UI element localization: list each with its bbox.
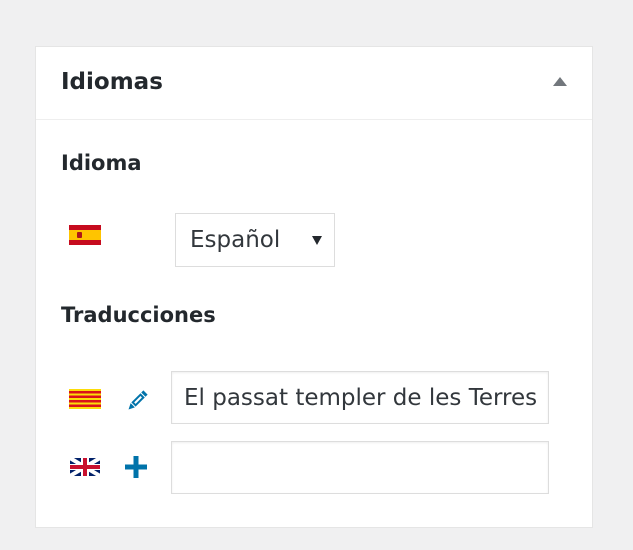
language-select[interactable]: Español bbox=[175, 213, 335, 267]
language-section-label: Idioma bbox=[61, 151, 142, 175]
translations-section-label: Traducciones bbox=[61, 303, 216, 327]
languages-metabox: Idiomas Idioma Español Traducciones bbox=[35, 46, 593, 528]
language-select-value: Español bbox=[190, 227, 281, 253]
metabox-title: Idiomas bbox=[61, 69, 163, 95]
translation-input-en[interactable] bbox=[171, 441, 549, 494]
flag-ca-icon bbox=[69, 389, 101, 409]
chevron-down-icon bbox=[312, 236, 322, 245]
pencil-icon[interactable] bbox=[124, 388, 150, 414]
metabox-header[interactable]: Idiomas bbox=[36, 47, 592, 120]
collapse-toggle-icon[interactable] bbox=[553, 77, 567, 86]
flag-es-icon bbox=[69, 225, 101, 245]
translation-input-ca[interactable] bbox=[171, 371, 549, 424]
flag-gb-icon bbox=[70, 458, 100, 476]
plus-icon[interactable] bbox=[124, 455, 148, 479]
